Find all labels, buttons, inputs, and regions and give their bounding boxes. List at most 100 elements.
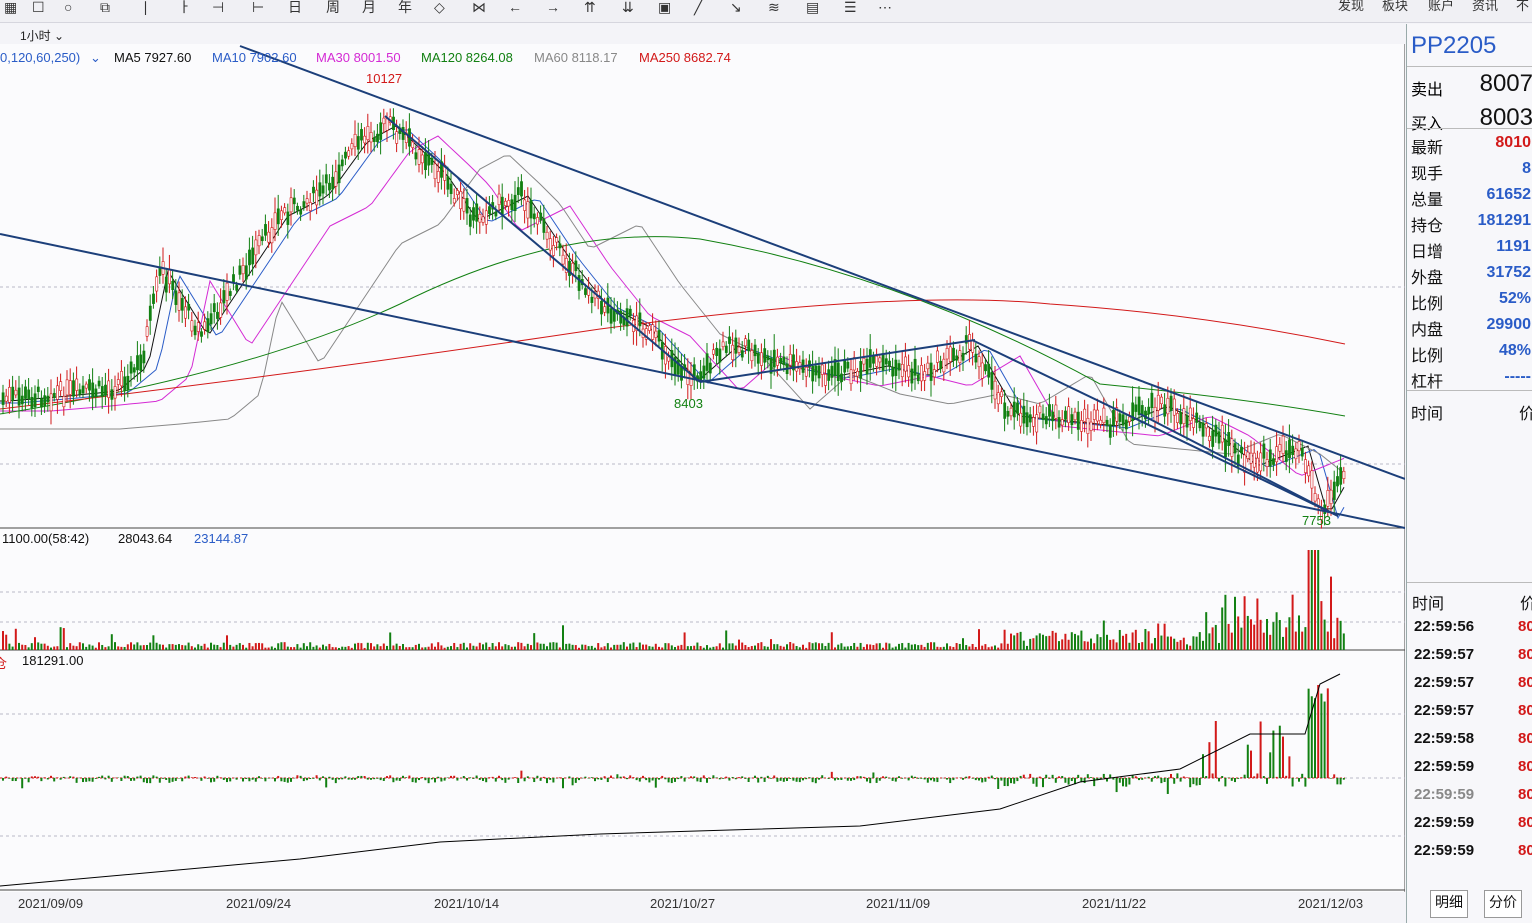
link-icon[interactable]: ⧉ [100,0,110,16]
volume-bar [293,647,296,650]
candle [1048,404,1051,417]
oi-bar [1230,778,1233,781]
candle [619,310,623,324]
candle [1198,422,1202,429]
volume-bar [955,643,958,650]
period-week-icon[interactable]: 周 [326,0,340,16]
oi-bar [5,776,8,778]
oi-bar [1240,777,1243,778]
oi-bar [1163,778,1166,782]
tab-details[interactable]: 明细 [1430,890,1468,918]
menu-item-0[interactable]: 发现 [1338,0,1364,12]
volume-bar [286,646,289,650]
period-year-icon[interactable]: 年 [398,0,412,16]
table-icon[interactable]: ▤ [806,0,819,16]
square-icon[interactable]: ☐ [32,0,45,16]
period-1min-icon[interactable]: ∣ [142,0,149,16]
candle [46,395,50,403]
volume-bar [1339,620,1342,650]
down-icon[interactable]: ⇊ [622,0,634,16]
oi-bar [962,778,964,780]
candle [600,300,603,315]
candle [1204,423,1208,429]
candlestick-chart[interactable] [0,44,1405,892]
volume-bar [1234,596,1236,650]
period-selector[interactable]: 1小时 ⌄ [20,27,64,44]
volume-bar [1051,630,1054,650]
candle [1307,465,1311,477]
candle [1278,444,1282,452]
line-draw-icon[interactable]: ╱ [694,0,702,16]
menu-item-4[interactable]: 不 [1516,0,1529,12]
menu-item-3[interactable]: 资讯 [1472,0,1498,12]
candle [728,336,731,344]
oi-bar [1147,776,1150,778]
volume-bar [1278,620,1281,650]
candle [750,350,754,362]
candle [376,133,379,143]
candle [1006,410,1010,417]
oi-bar [462,776,465,778]
back-icon[interactable]: ← [508,0,522,16]
oi-bar [34,776,36,778]
candle [1160,396,1163,405]
oi-bar [194,777,196,778]
candle [1342,470,1346,480]
forward-icon[interactable]: → [546,0,560,16]
volume-bar [1314,550,1316,650]
tick-row: 22:59:59 80 [1414,842,1532,859]
candle [862,357,866,365]
quote-row: 最新 8010 [1411,134,1532,160]
period-5min-icon[interactable]: ㅏ [178,0,191,16]
oi-bar [517,778,520,784]
volume-bar [782,646,785,650]
candle [1089,421,1093,431]
volume-bar [402,644,404,650]
doc-icon[interactable]: ☰ [844,0,857,16]
candle [20,395,24,405]
volume-bar [597,643,600,650]
low-price-label: 7753 [1302,513,1331,528]
multi-line-icon[interactable]: ≋ [768,0,780,16]
candle [830,365,834,378]
volume-bar [350,647,353,650]
volume-bar [779,645,782,650]
oi-bar [638,778,641,782]
volume-bar [747,647,750,650]
candle [705,353,709,371]
candle [424,152,427,171]
volume-bar [341,646,344,650]
volume-bar [405,647,408,650]
volume-bar [622,642,625,650]
more-icon[interactable]: ⋯ [878,0,892,16]
window-icon[interactable]: ▣ [658,0,671,16]
volume-bar [536,642,539,650]
candle [520,181,523,197]
grid-icon[interactable]: ▦ [4,0,17,16]
oi-bar [754,775,756,778]
oi-bar [1061,775,1064,778]
period-day-icon[interactable]: 日 [288,0,302,16]
period-month-icon[interactable]: 月 [362,0,376,16]
volume-bar [674,647,676,650]
zoom-in-icon[interactable]: ◇ [434,0,445,16]
volume-bar [59,627,62,650]
tab-price-breakdown[interactable]: 分价 [1484,890,1522,918]
period-30min-icon[interactable]: ⊣ [212,0,224,16]
oi-bar [933,778,936,782]
oi-bar [741,776,744,778]
date-label: 2021/10/14 [434,896,500,911]
candle [1083,408,1087,422]
volume-bar [181,645,184,650]
chevron-down-icon[interactable]: ⌄ [90,50,101,66]
circle-icon[interactable]: ○ [64,0,72,16]
period-60min-icon[interactable]: ⊢ [252,0,264,16]
candle [1224,439,1227,458]
menu-item-1[interactable]: 板块 [1382,0,1408,12]
arrow-draw-icon[interactable]: ↘ [730,0,742,16]
tick-row: 22:59:56 80 [1414,618,1532,635]
up-icon[interactable]: ⇈ [584,0,596,16]
menu-item-2[interactable]: 账户 [1428,0,1454,12]
oi-bar [264,778,267,782]
zoom-out-icon[interactable]: ⋈ [472,0,486,16]
